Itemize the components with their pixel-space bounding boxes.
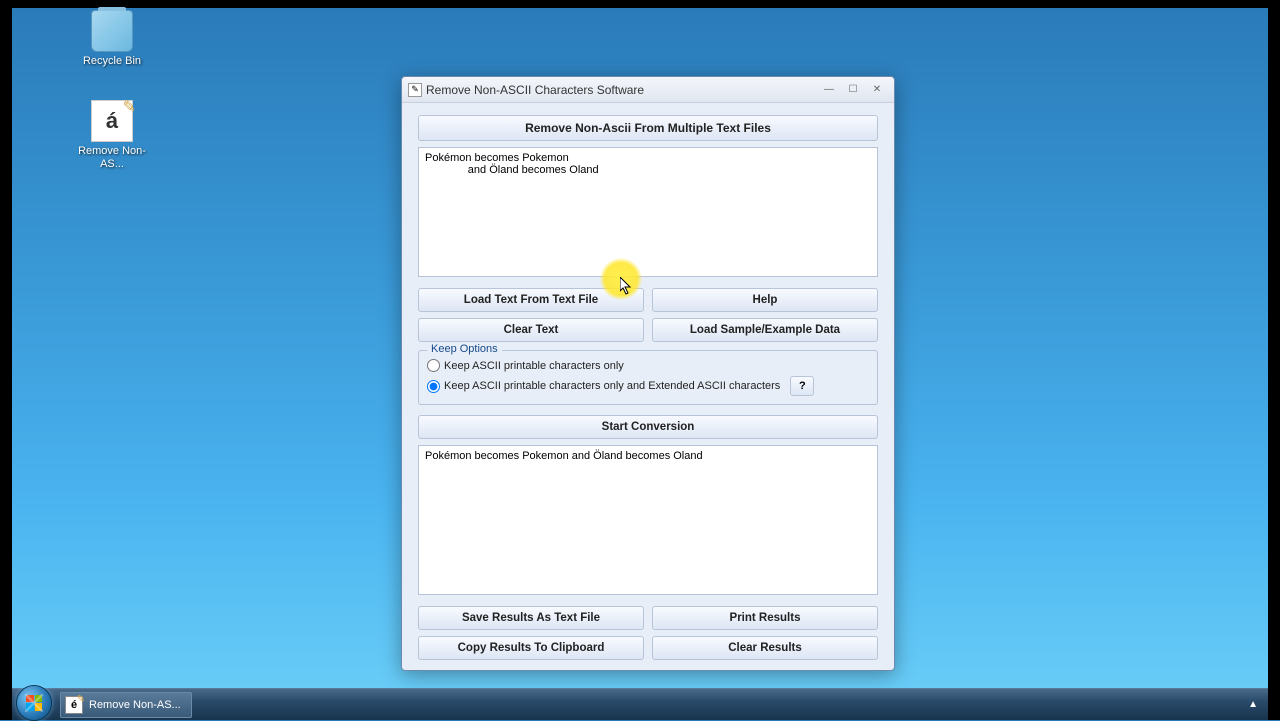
maximize-button[interactable]: ☐ [842, 82, 864, 98]
titlebar[interactable]: ✎ Remove Non-ASCII Characters Software —… [402, 77, 894, 103]
taskbar-app-icon [65, 696, 83, 714]
option-ascii-only-label: Keep ASCII printable characters only [444, 360, 624, 372]
system-tray: ▲ [1244, 688, 1262, 720]
radio-ascii-only[interactable] [427, 359, 440, 372]
option-help-button[interactable]: ? [790, 376, 814, 396]
group-legend: Keep Options [427, 343, 502, 355]
input-textarea[interactable] [418, 147, 878, 277]
save-results-button[interactable]: Save Results As Text File [418, 606, 644, 630]
load-sample-button[interactable]: Load Sample/Example Data [652, 318, 878, 342]
output-textarea[interactable] [418, 445, 878, 595]
start-button[interactable] [16, 685, 52, 721]
load-text-button[interactable]: Load Text From Text File [418, 288, 644, 312]
window-title: Remove Non-ASCII Characters Software [426, 83, 818, 97]
taskbar: Remove Non-AS... ▲ [12, 688, 1268, 720]
app-window: ✎ Remove Non-ASCII Characters Software —… [401, 76, 895, 671]
option-ascii-extended[interactable]: Keep ASCII printable characters only and… [427, 376, 869, 396]
start-conversion-button[interactable]: Start Conversion [418, 415, 878, 439]
minimize-button[interactable]: — [818, 82, 840, 98]
option-ascii-only[interactable]: Keep ASCII printable characters only [427, 359, 869, 372]
keep-options-group: Keep Options Keep ASCII printable charac… [418, 350, 878, 405]
app-icon: ✎ [408, 83, 422, 97]
print-results-button[interactable]: Print Results [652, 606, 878, 630]
recycle-bin-label: Recycle Bin [77, 55, 147, 68]
taskbar-app-label: Remove Non-AS... [89, 699, 181, 711]
app-shortcut-label: Remove Non-AS... [77, 145, 147, 171]
app-shortcut-icon [91, 100, 133, 142]
radio-ascii-extended[interactable] [427, 380, 440, 393]
help-button[interactable]: Help [652, 288, 878, 312]
banner-title: Remove Non-Ascii From Multiple Text File… [418, 115, 878, 141]
option-ascii-extended-label: Keep ASCII printable characters only and… [444, 380, 780, 392]
app-shortcut[interactable]: Remove Non-AS... [77, 100, 147, 171]
recycle-bin[interactable]: Recycle Bin [77, 10, 147, 68]
recycle-bin-icon [91, 10, 133, 52]
copy-results-button[interactable]: Copy Results To Clipboard [418, 636, 644, 660]
clear-text-button[interactable]: Clear Text [418, 318, 644, 342]
tray-show-hidden-icon[interactable]: ▲ [1244, 695, 1262, 714]
window-body: Remove Non-Ascii From Multiple Text File… [402, 103, 894, 672]
desktop: Recycle Bin Remove Non-AS... ✎ Remove No… [12, 8, 1268, 688]
close-button[interactable]: ✕ [866, 82, 888, 98]
windows-logo-icon [26, 695, 42, 711]
taskbar-app-item[interactable]: Remove Non-AS... [60, 692, 192, 718]
clear-results-button[interactable]: Clear Results [652, 636, 878, 660]
